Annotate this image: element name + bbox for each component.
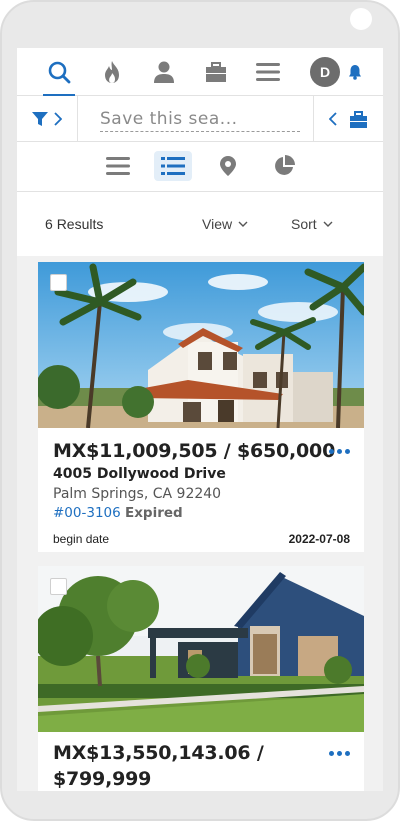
nav-notifications[interactable] [335,48,375,96]
results-header: 6 Results View Sort [17,192,383,256]
search-icon [48,61,71,84]
flame-icon [105,61,119,83]
status-badge: Expired [125,505,183,521]
nav-listings[interactable] [194,48,238,96]
person-icon [154,61,174,83]
dot-icon [337,751,342,756]
nav-search[interactable] [37,48,81,97]
result-count-label: Results [56,216,104,232]
listing-photo[interactable] [38,566,364,732]
select-checkbox[interactable] [50,274,67,291]
chevron-right-icon [54,112,62,126]
saved-listings-toggle[interactable] [313,96,383,142]
chevron-left-icon [329,112,337,126]
dot-icon [329,751,334,756]
listing-price-line-1: MX$13,550,143.06 / [53,742,264,764]
menu-icon [256,63,280,81]
nav-hot[interactable] [90,48,134,96]
list-compact-icon [106,157,130,175]
bell-icon [349,65,361,80]
view-mode-bar [17,142,383,192]
nav-contacts[interactable] [142,48,186,96]
dot-icon [345,751,350,756]
listing-photo[interactable] [38,262,364,428]
sort-dropdown-label: Sort [291,216,317,232]
listing-mls-link[interactable]: #00-3106 [53,505,121,521]
chevron-down-icon [238,221,248,227]
view-compact-list-button[interactable] [99,151,137,181]
listing-price: MX$11,009,505 / $650,000 [53,440,336,462]
top-navigation: D [17,48,383,97]
view-dropdown[interactable]: View [202,216,248,232]
filter-toggle-button[interactable] [17,96,78,142]
map-pin-icon [220,156,236,176]
result-count-number: 6 [45,216,53,232]
select-checkbox[interactable] [50,578,67,595]
save-search-input[interactable] [100,106,300,132]
house-photo-image [38,566,364,732]
dot-icon [337,449,342,454]
house-photo-image [38,262,364,428]
filter-icon [32,112,48,126]
listing-street: 4005 Dollywood Drive [53,466,226,482]
view-detail-list-button[interactable] [154,151,192,181]
chevron-down-icon [323,221,333,227]
listing-card[interactable]: MX$11,009,505 / $650,000 4005 Dollywood … [38,262,364,552]
dot-icon [345,449,350,454]
date-label: begin date [53,532,110,546]
briefcase-icon [350,110,367,128]
more-options-button[interactable] [329,751,350,756]
dot-icon [329,449,334,454]
pie-chart-icon [275,155,295,175]
listing-card[interactable]: MX$13,550,143.06 / $799,999 [38,566,364,791]
app-screen: D Save this sea... 6 Results View Sort M… [17,48,383,791]
view-dropdown-label: View [202,216,233,232]
view-stats-button[interactable] [265,151,303,181]
briefcase-icon [206,62,226,82]
list-detail-icon [161,157,185,175]
results-panel: 6 Results View Sort MX$11,009,505 / $650… [17,192,383,791]
more-options-button[interactable] [329,449,350,454]
view-map-button[interactable] [209,151,247,181]
nav-menu[interactable] [246,48,290,96]
phone-camera [350,8,372,30]
result-count: 6 Results [45,216,103,232]
sort-dropdown[interactable]: Sort [291,216,333,232]
listing-price-line-2: $799,999 [53,768,152,790]
listing-city: Palm Springs, CA 92240 [53,486,222,502]
search-bar [17,96,383,142]
date-value: 2022-07-08 [288,532,350,546]
